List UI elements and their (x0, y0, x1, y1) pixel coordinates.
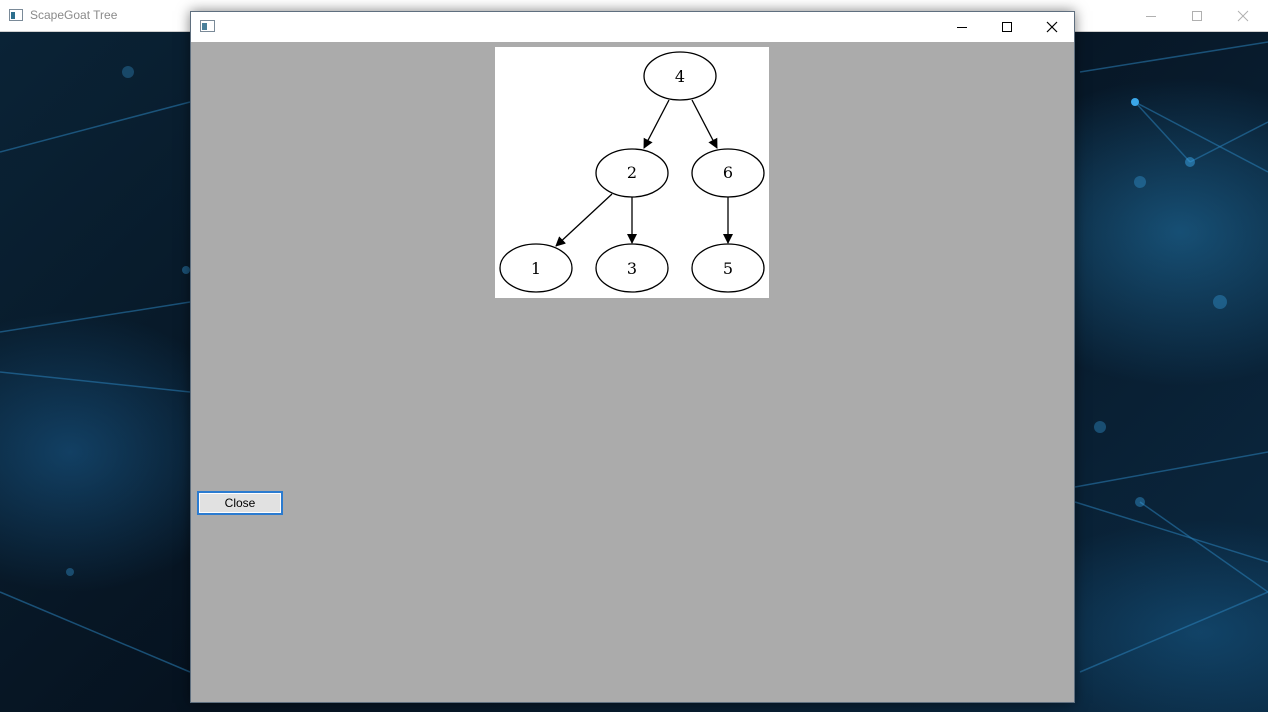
tree-node: 3 (595, 243, 669, 293)
dialog-minimize-button[interactable] (939, 12, 984, 42)
app-window-icon (200, 20, 215, 32)
tree-diagram: 4 2 6 1 3 5 (499, 51, 765, 293)
dialog-maximize-button[interactable] (984, 12, 1029, 42)
tree-node-label: 6 (723, 163, 733, 182)
tree-node: 4 (643, 51, 717, 101)
main-window-title: ScapeGoat Tree (30, 8, 118, 22)
desktop-screen: ScapeGoat Tree 4 2 6 1 3 5 Close (0, 0, 1268, 712)
dialog-close-window-button[interactable] (1029, 12, 1074, 42)
close-icon (1237, 10, 1249, 22)
maximize-button[interactable] (1174, 0, 1220, 32)
tree-diagram-image: 4 2 6 1 3 5 (495, 47, 769, 298)
tree-node: 2 (595, 148, 669, 198)
tree-edge-2-1 (555, 193, 613, 247)
dialog-client-area: 4 2 6 1 3 5 Close (191, 42, 1074, 702)
tree-dialog-window: 4 2 6 1 3 5 Close (190, 11, 1075, 703)
tree-edge-4-6 (691, 99, 718, 149)
minimize-icon (956, 27, 967, 28)
minimize-icon (1146, 16, 1156, 17)
tree-node: 6 (691, 148, 765, 198)
tree-node-label: 3 (627, 259, 637, 278)
app-window-icon (9, 9, 23, 21)
close-button[interactable]: Close (197, 491, 283, 515)
dialog-titlebar (191, 12, 1074, 42)
tree-node-label: 1 (531, 259, 541, 278)
maximize-icon (1192, 11, 1202, 21)
tree-node: 1 (499, 243, 573, 293)
tree-node: 5 (691, 243, 765, 293)
tree-node-label: 4 (675, 67, 685, 86)
close-icon (1046, 21, 1057, 33)
minimize-button[interactable] (1128, 0, 1174, 32)
maximize-icon (1001, 22, 1012, 32)
tree-node-label: 2 (627, 163, 637, 182)
close-window-button[interactable] (1220, 0, 1266, 32)
tree-edge-4-2 (643, 99, 670, 149)
tree-node-label: 5 (723, 259, 733, 278)
